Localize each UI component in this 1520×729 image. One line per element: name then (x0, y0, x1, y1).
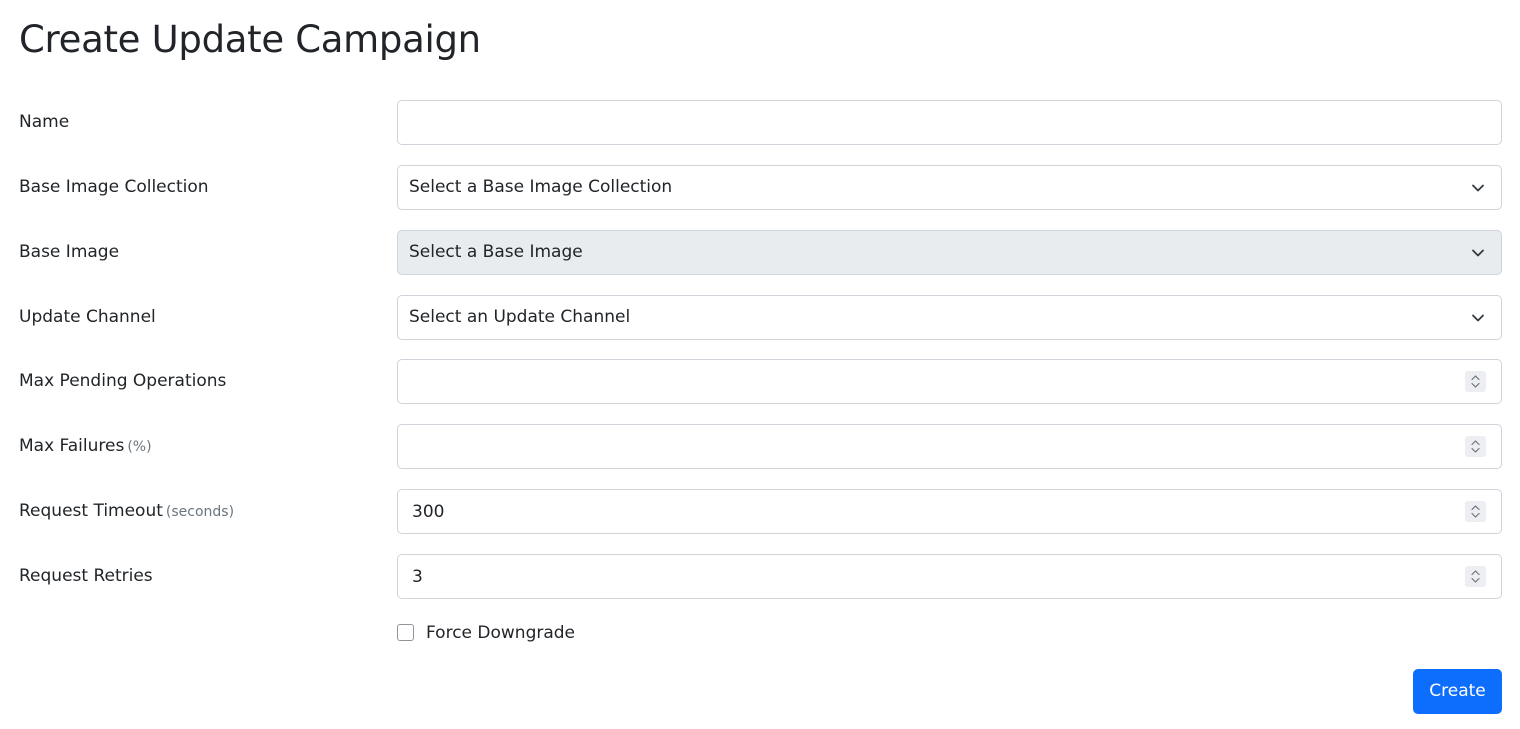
base-image-row: Base Image Select a Base Image (0, 230, 1520, 275)
spinner-arrows-icon[interactable] (1465, 501, 1486, 522)
max-failures-label-text: Max Failures (19, 436, 125, 456)
request-retries-input[interactable] (398, 555, 1501, 598)
base-image-select: Select a Base Image (397, 230, 1502, 275)
name-row: Name (0, 100, 1520, 145)
max-failures-field-box (397, 424, 1502, 469)
spinner-arrows-icon[interactable] (1465, 436, 1486, 457)
request-retries-label: Request Retries (19, 566, 153, 586)
base-image-collection-label: Base Image Collection (19, 177, 209, 197)
max-failures-row: Max Failures (%) (0, 424, 1520, 469)
create-update-campaign-page: Create Update Campaign Name Base Image C… (0, 0, 1520, 729)
base-image-collection-selected: Select a Base Image Collection (409, 177, 673, 197)
name-input[interactable] (398, 101, 1501, 144)
spinner-arrows-icon[interactable] (1465, 371, 1486, 392)
request-timeout-field-box (397, 489, 1502, 534)
update-channel-selected: Select an Update Channel (409, 307, 631, 327)
request-timeout-input[interactable] (398, 490, 1501, 533)
spinner-arrows-icon[interactable] (1465, 566, 1486, 587)
max-pending-operations-field-box (397, 359, 1502, 404)
max-failures-input[interactable] (398, 425, 1501, 468)
request-timeout-unit: (seconds) (165, 504, 235, 520)
update-channel-row: Update Channel Select an Update Channel (0, 295, 1520, 340)
chevron-down-icon (1472, 314, 1484, 322)
base-image-collection-select[interactable]: Select a Base Image Collection (397, 165, 1502, 210)
base-image-collection-row: Base Image Collection Select a Base Imag… (0, 165, 1520, 210)
base-image-label: Base Image (19, 242, 120, 262)
force-downgrade-label[interactable]: Force Downgrade (426, 620, 575, 646)
name-label: Name (19, 112, 70, 132)
request-timeout-label: Request Timeout (seconds) (19, 489, 234, 534)
create-button[interactable]: Create (1413, 669, 1502, 714)
max-pending-operations-input[interactable] (398, 360, 1501, 403)
chevron-down-icon (1472, 184, 1484, 192)
max-pending-operations-row: Max Pending Operations (0, 359, 1520, 404)
max-pending-operations-label: Max Pending Operations (19, 371, 227, 391)
force-downgrade-checkbox[interactable] (397, 624, 414, 641)
max-failures-unit: (%) (127, 439, 152, 455)
page-title: Create Update Campaign (19, 18, 481, 61)
max-failures-label: Max Failures (%) (19, 424, 152, 469)
request-retries-field-box (397, 554, 1502, 599)
update-channel-label: Update Channel (19, 307, 156, 327)
name-field-box (397, 100, 1502, 145)
request-timeout-label-text: Request Timeout (19, 501, 163, 521)
base-image-selected: Select a Base Image (409, 242, 583, 262)
request-timeout-row: Request Timeout (seconds) (0, 489, 1520, 534)
chevron-down-icon (1472, 249, 1484, 257)
update-channel-select[interactable]: Select an Update Channel (397, 295, 1502, 340)
request-retries-row: Request Retries (0, 554, 1520, 599)
